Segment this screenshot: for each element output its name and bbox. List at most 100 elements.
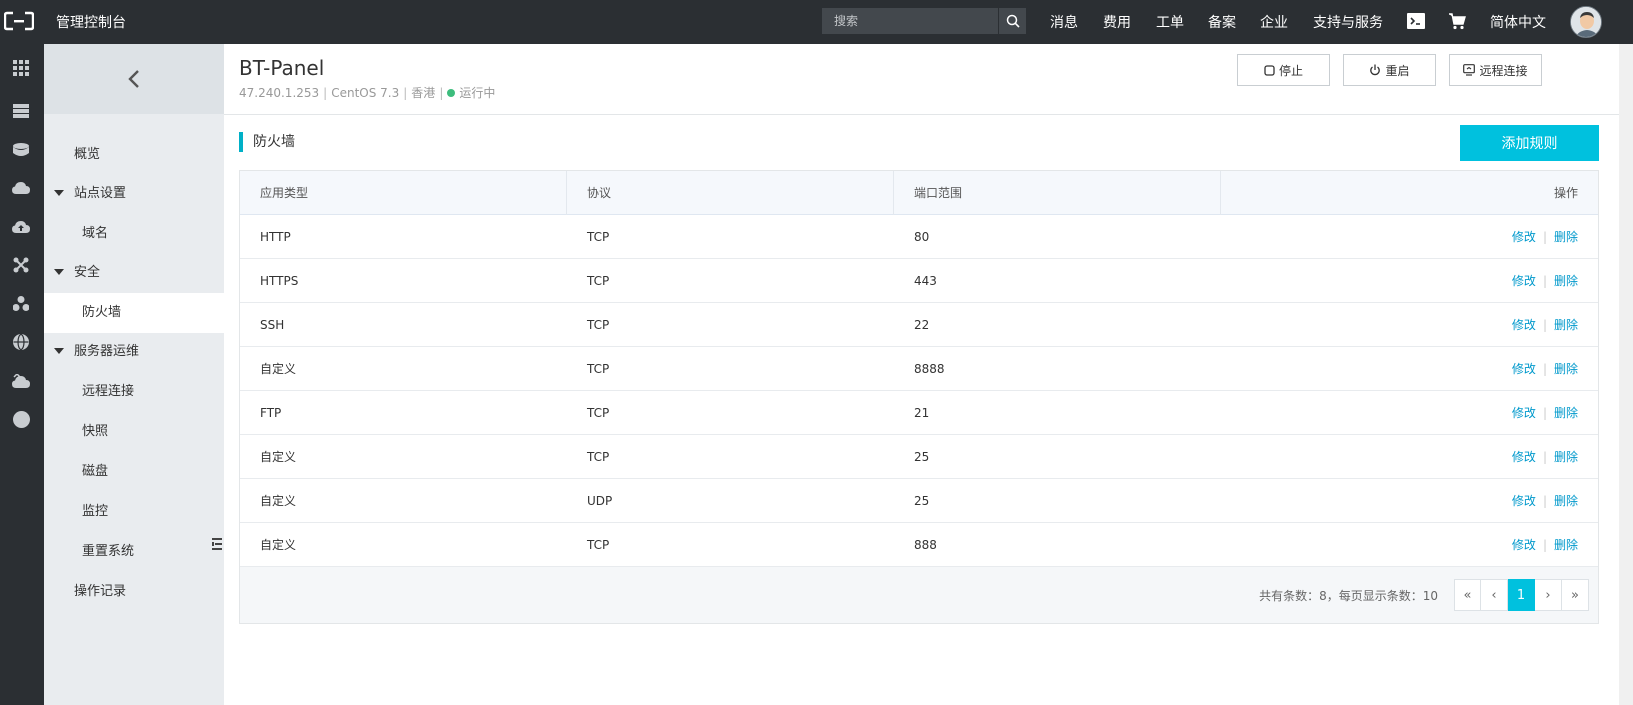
sidebar-toggle[interactable]	[210, 522, 224, 566]
delete-rule-link[interactable]: 删除	[1554, 538, 1578, 552]
sidebar-item-label: 快照	[82, 424, 109, 439]
sidebar-item-overview[interactable]: 概览	[44, 135, 224, 175]
sidebar-item-label: 安全	[74, 265, 101, 280]
cell-protocol: TCP	[587, 230, 610, 244]
delete-rule-link[interactable]: 删除	[1554, 450, 1578, 464]
sidebar-item-reset-system[interactable]: 重置系统	[44, 532, 224, 572]
cell-actions: 修改 | 删除	[1512, 435, 1578, 479]
cloud-upload-icon[interactable]	[11, 217, 31, 237]
edit-rule-link[interactable]: 修改	[1512, 538, 1536, 552]
sidebar-item-label: 服务器运维	[74, 344, 140, 359]
search-input[interactable]	[822, 8, 998, 34]
sidebar-item-label: 磁盘	[82, 464, 109, 479]
cell-app-type: 自定义	[260, 450, 297, 464]
delete-rule-link[interactable]: 删除	[1554, 406, 1578, 420]
table-row: 自定义 UDP 25 修改 | 删除	[240, 479, 1598, 523]
caret-down-icon	[54, 269, 64, 275]
sidebar-item-remote-connect[interactable]: 远程连接	[44, 372, 224, 412]
divider: |	[1542, 274, 1547, 288]
nav-icp[interactable]: 备案	[1208, 12, 1236, 32]
page-first-button[interactable]: «	[1454, 579, 1481, 611]
delete-rule-link[interactable]: 删除	[1554, 230, 1578, 244]
database-icon[interactable]	[11, 140, 31, 160]
instance-name: BT-Panel	[239, 56, 325, 80]
remote-desktop-icon	[1463, 64, 1476, 76]
sidebar-item-label: 域名	[82, 226, 109, 241]
page-current-button[interactable]: 1	[1508, 579, 1535, 611]
edit-rule-link[interactable]: 修改	[1512, 406, 1536, 420]
nav-enterprise[interactable]: 企业	[1260, 12, 1288, 32]
nav-billing[interactable]: 费用	[1103, 12, 1131, 32]
edit-rule-link[interactable]: 修改	[1512, 494, 1536, 508]
page-prev-button[interactable]: ‹	[1481, 579, 1508, 611]
menu-collapse-icon	[212, 538, 222, 550]
sidebar-item-label: 监控	[82, 504, 109, 519]
column-protocol: 协议	[567, 171, 894, 215]
sidebar-item-domain[interactable]: 域名	[44, 214, 224, 254]
caret-down-icon	[54, 348, 64, 354]
cell-app-type: SSH	[260, 318, 285, 332]
sidebar-item-security[interactable]: 安全	[44, 253, 224, 293]
cell-port-range: 443	[914, 274, 937, 288]
divider: |	[1542, 406, 1547, 420]
user-avatar[interactable]	[1570, 6, 1602, 38]
search-box	[822, 8, 1026, 34]
add-rule-button[interactable]: 添加规则	[1460, 125, 1599, 161]
delete-rule-link[interactable]: 删除	[1554, 362, 1578, 376]
main-content: BT-Panel 47.240.1.253 | CentOS 7.3 | 香港 | 运行中 …	[224, 44, 1619, 705]
remote-connect-button[interactable]: 远程连接	[1449, 54, 1542, 86]
globe-icon[interactable]	[11, 332, 31, 352]
edit-rule-link[interactable]: 修改	[1512, 362, 1536, 376]
instance-os: CentOS 7.3	[331, 86, 400, 100]
products-grid-icon[interactable]	[11, 58, 31, 78]
delete-rule-link[interactable]: 删除	[1554, 274, 1578, 288]
server-icon[interactable]	[11, 101, 31, 121]
table-row: HTTP TCP 80 修改 | 删除	[240, 215, 1598, 259]
sidebar-item-firewall[interactable]: 防火墙	[44, 293, 224, 333]
page-next-button[interactable]: ›	[1535, 579, 1562, 611]
sidebar-item-site-settings[interactable]: 站点设置	[44, 174, 224, 214]
sidebar-item-label: 站点设置	[74, 186, 127, 201]
console-title[interactable]: 管理控制台	[56, 12, 126, 32]
instance-sidebar: 概览 站点设置 域名 安全 防火墙 服务器运维 远程连接 快照 磁盘 监控 重置…	[44, 44, 224, 705]
restart-button[interactable]: 重启	[1343, 54, 1436, 86]
nav-messages[interactable]: 消息	[1050, 12, 1078, 32]
cell-app-type: HTTPS	[260, 274, 299, 288]
cart-icon[interactable]	[1448, 12, 1466, 30]
sidebar-item-server-ops[interactable]: 服务器运维	[44, 332, 224, 372]
delete-rule-link[interactable]: 删除	[1554, 494, 1578, 508]
edit-rule-link[interactable]: 修改	[1512, 318, 1536, 332]
network-icon[interactable]	[11, 255, 31, 275]
search-button[interactable]	[998, 8, 1026, 34]
stop-button[interactable]: 停止	[1237, 54, 1330, 86]
sidebar-item-snapshot[interactable]: 快照	[44, 412, 224, 452]
page-last-button[interactable]: »	[1562, 579, 1589, 611]
nav-tickets[interactable]: 工单	[1156, 12, 1184, 32]
edit-rule-link[interactable]: 修改	[1512, 450, 1536, 464]
edit-rule-link[interactable]: 修改	[1512, 230, 1536, 244]
terminal-icon[interactable]	[1407, 13, 1425, 29]
cloud-icon[interactable]	[11, 178, 31, 198]
firewall-table: 应用类型 协议 端口范围 操作 HTTP TCP 80 修改 | 删除 HTTPS TCP 44…	[239, 170, 1599, 624]
circle-icon[interactable]	[11, 409, 31, 429]
pagination: « ‹ 1 › »	[1454, 579, 1589, 611]
table-row: FTP TCP 21 修改 | 删除	[240, 391, 1598, 435]
cell-actions: 修改 | 删除	[1512, 259, 1578, 303]
cloud-refresh-icon[interactable]	[11, 371, 31, 391]
delete-rule-link[interactable]: 删除	[1554, 318, 1578, 332]
instance-meta: 47.240.1.253 | CentOS 7.3 | 香港 | 运行中	[239, 84, 495, 101]
language-switch[interactable]: 简体中文	[1490, 12, 1546, 32]
sidebar-item-disk[interactable]: 磁盘	[44, 452, 224, 492]
back-button[interactable]	[44, 44, 224, 114]
sidebar-item-label: 操作记录	[74, 584, 127, 599]
aliyun-logo-icon[interactable]	[4, 11, 34, 31]
cell-app-type: 自定义	[260, 494, 297, 508]
sidebar-item-operation-log[interactable]: 操作记录	[44, 572, 224, 612]
sidebar-item-label: 远程连接	[82, 384, 135, 399]
edit-rule-link[interactable]: 修改	[1512, 274, 1536, 288]
sidebar-item-monitor[interactable]: 监控	[44, 492, 224, 532]
cell-actions: 修改 | 删除	[1512, 215, 1578, 259]
nav-support[interactable]: 支持与服务	[1313, 12, 1383, 32]
cluster-icon[interactable]	[11, 293, 31, 313]
instance-ip: 47.240.1.253	[239, 86, 320, 100]
